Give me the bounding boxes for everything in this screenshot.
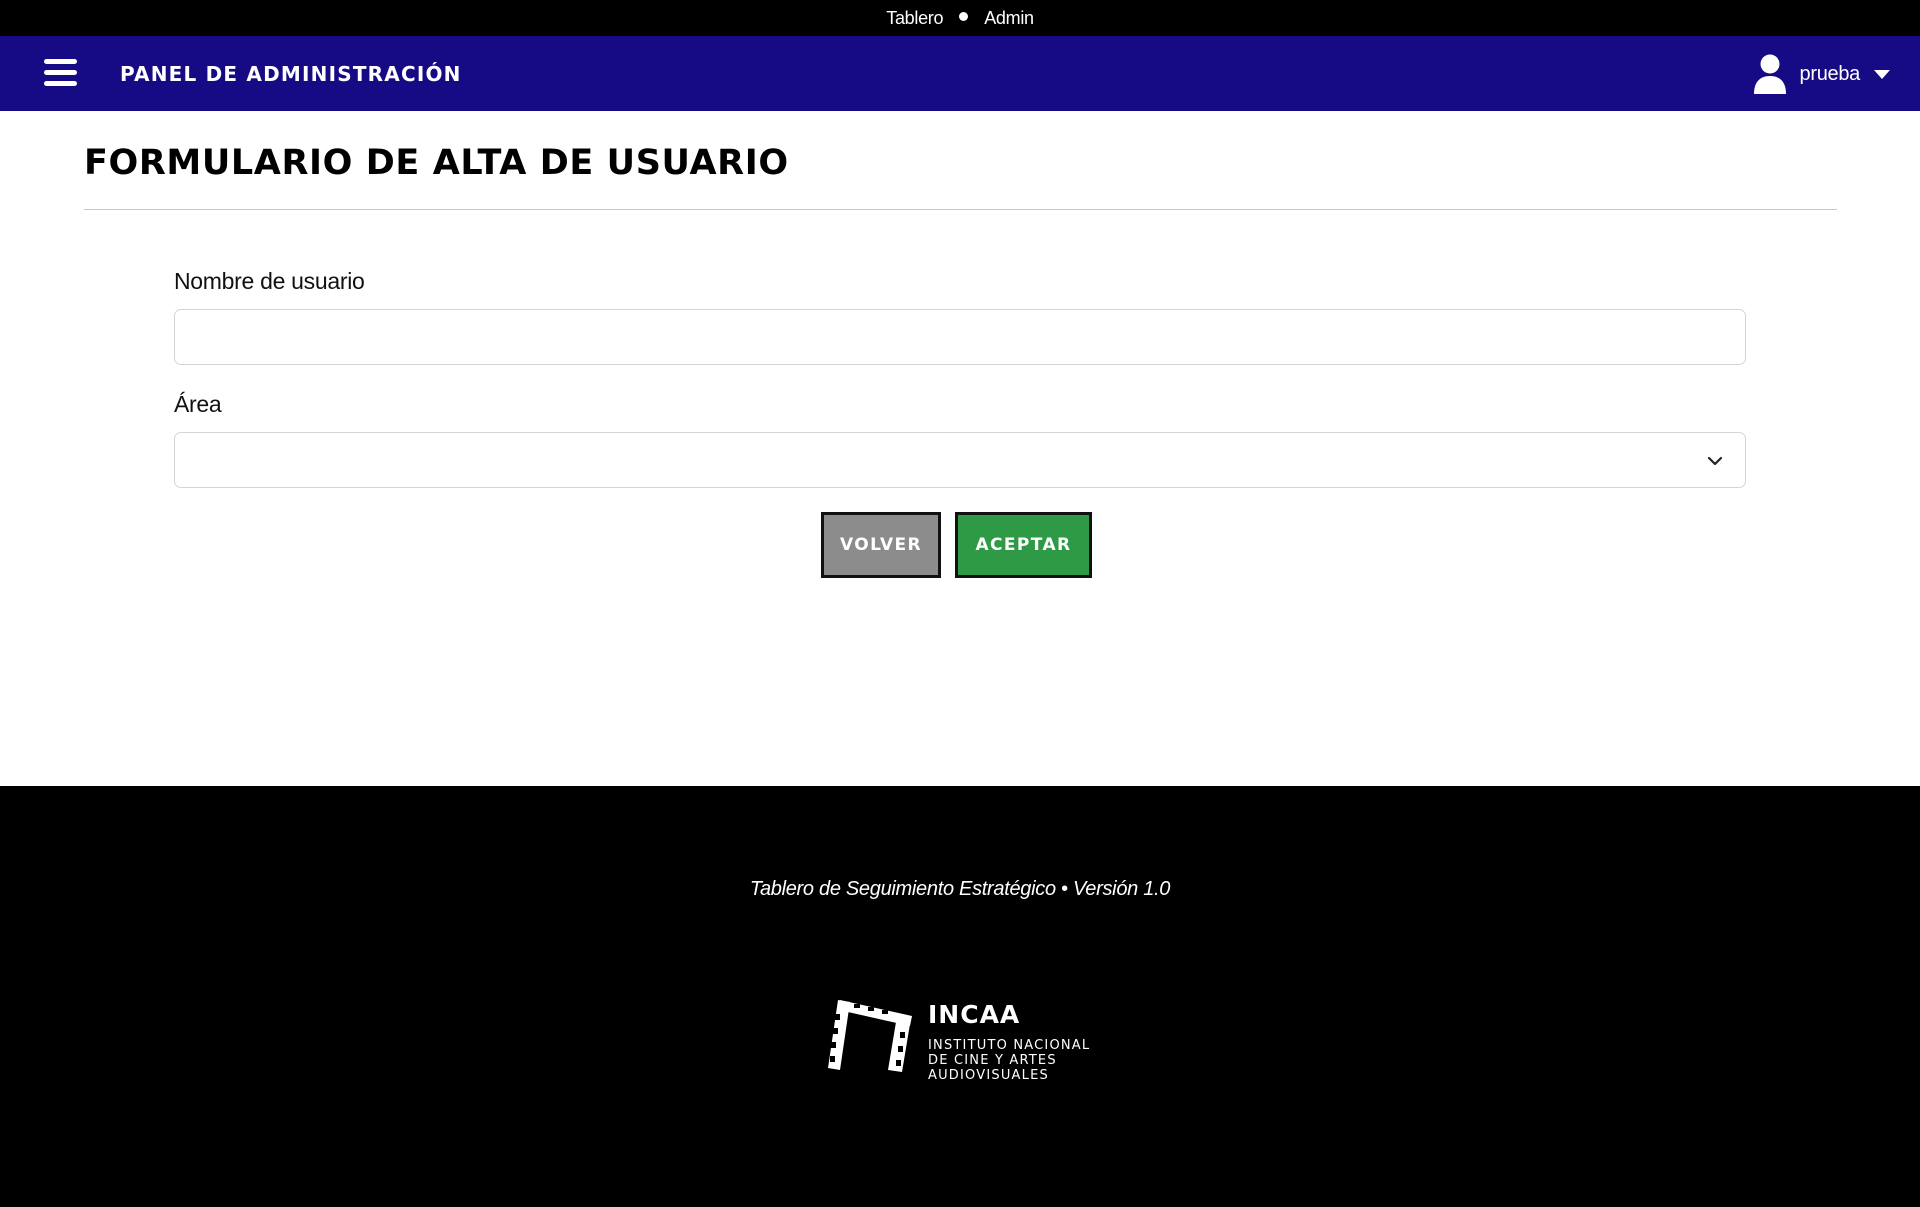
top-breadcrumb-bar: Tablero Admin [0, 0, 1920, 36]
logo-subtitle-line: DE CINE Y ARTES [928, 1053, 1057, 1068]
page-title: FORMULARIO DE ALTA DE USUARIO [84, 143, 789, 183]
film-strip-logo-icon [828, 1000, 912, 1072]
username-input[interactable] [174, 309, 1746, 365]
admin-navbar: PANEL DE ADMINISTRACIÓN prueba [0, 36, 1920, 111]
title-divider [84, 209, 1837, 210]
username-label: Nombre de usuario [174, 268, 365, 294]
logo-name: INCAA [928, 1000, 1021, 1029]
footer-version-text: Tablero de Seguimiento Estratégico • Ver… [749, 878, 1171, 900]
logo-subtitle-line: INSTITUTO NACIONAL [928, 1038, 1091, 1053]
footer: Tablero de Seguimiento Estratégico • Ver… [0, 786, 1920, 1207]
dashboard-link[interactable]: Tablero [886, 8, 943, 29]
area-select[interactable] [174, 432, 1746, 488]
incaa-logo: INCAA INSTITUTO NACIONAL DE CINE Y ARTES… [826, 996, 1106, 1083]
navbar-title: PANEL DE ADMINISTRACIÓN [120, 62, 462, 86]
caret-down-icon [1874, 69, 1890, 79]
user-name: prueba [1799, 62, 1861, 85]
hamburger-menu-icon[interactable] [44, 58, 77, 88]
area-label: Área [174, 391, 222, 417]
separator-dot [959, 11, 969, 21]
accept-button[interactable]: ACEPTAR [955, 512, 1092, 578]
user-menu[interactable]: prueba [1752, 54, 1890, 94]
user-icon [1753, 54, 1786, 94]
back-button[interactable]: VOLVER [821, 512, 941, 578]
logo-subtitle-line: AUDIOVISUALES [928, 1068, 1049, 1083]
admin-link[interactable]: Admin [984, 8, 1034, 29]
chevron-down-icon [1707, 456, 1723, 466]
